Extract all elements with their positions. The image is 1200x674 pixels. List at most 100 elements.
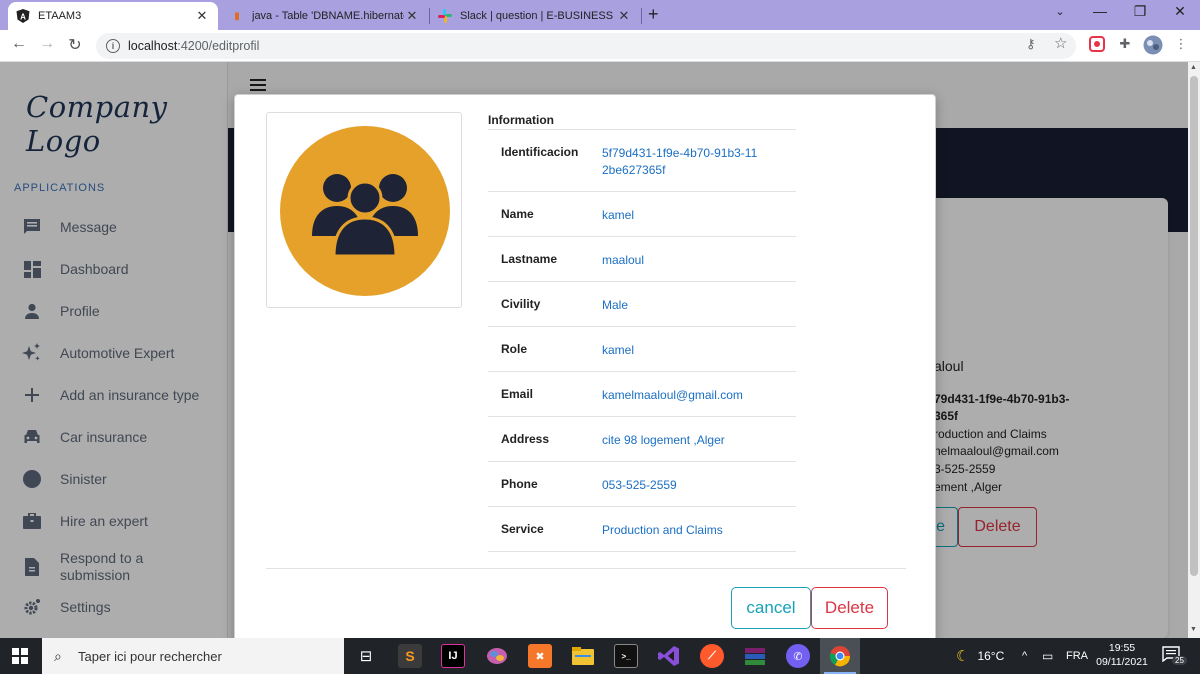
users-group-icon: [312, 174, 418, 256]
stackoverflow-icon: ▮: [234, 10, 240, 22]
tab-title: java - Table 'DBNAME.hibernate_: [252, 10, 404, 22]
moon-icon: ☾: [956, 648, 970, 665]
chrome-icon[interactable]: [828, 644, 852, 668]
slack-icon: [438, 9, 452, 23]
tab-etaam3[interactable]: A ETAAM3 ✕: [8, 2, 218, 30]
minimize-icon[interactable]: —: [1080, 3, 1120, 19]
terminal-icon[interactable]: >_: [614, 644, 638, 668]
info-value: kamel: [602, 208, 635, 222]
info-row-address: Address cite 98 logement ,Alger: [488, 417, 796, 462]
cancel-button[interactable]: cancel: [731, 587, 811, 629]
page-scrollbar[interactable]: ▲ ▼: [1188, 62, 1200, 638]
windows-taskbar: ⌕ Taper ici pour rechercher ⊟ S IJ ✖ >_ …: [0, 638, 1200, 674]
reload-icon[interactable]: ↻: [64, 35, 86, 55]
task-view-icon[interactable]: ⊟: [354, 644, 378, 668]
tab-close-icon[interactable]: ✕: [616, 8, 632, 24]
browser-tab-strip: A ETAAM3 ✕ ▮ java - Table 'DBNAME.hibern…: [0, 0, 1200, 30]
information-table: Identificacion 5f79d431-1f9e-4b70-91b3-1…: [488, 129, 796, 552]
info-row-identificacion: Identificacion 5f79d431-1f9e-4b70-91b3-1…: [488, 130, 796, 192]
tab-title: Slack | question | E-BUSINESS: [460, 10, 614, 22]
new-tab-icon[interactable]: +: [648, 4, 659, 25]
info-row-name: Name kamel: [488, 192, 796, 237]
info-row-email: Email kamelmaaloul@gmail.com: [488, 372, 796, 417]
scroll-up-arrow-icon[interactable]: ▲: [1190, 64, 1197, 71]
browser-toolbar: ← → ↻ i localhost:4200/editprofil: [0, 30, 1200, 62]
tab-slack[interactable]: Slack | question | E-BUSINESS ✕: [430, 2, 640, 30]
xampp-icon[interactable]: ✖: [528, 644, 552, 668]
delete-button[interactable]: Delete: [811, 587, 888, 629]
winrar-icon[interactable]: [743, 644, 767, 668]
tab-title: ETAAM3: [38, 10, 82, 22]
info-value: kamelmaaloul@gmail.com: [602, 388, 743, 402]
intellij-icon[interactable]: IJ: [441, 644, 465, 668]
menu-kebab-icon[interactable]: ⋮: [1172, 36, 1190, 54]
url-host: localhost: [128, 39, 178, 53]
scrollbar-thumb[interactable]: [1190, 76, 1198, 576]
profile-avatar-icon[interactable]: [1143, 35, 1163, 55]
info-row-lastname: Lastname maaloul: [488, 237, 796, 282]
info-key: Service: [501, 522, 544, 536]
network-icon[interactable]: ▭: [1042, 638, 1053, 674]
clock-date: 09/11/2021: [1096, 656, 1148, 668]
info-value: maaloul: [602, 253, 645, 267]
info-row-service: Service Production and Claims: [488, 507, 796, 552]
tab-close-icon[interactable]: ✕: [194, 8, 210, 24]
bookmark-star-icon[interactable]: ☆: [1054, 34, 1067, 52]
extension-red-icon[interactable]: [1088, 36, 1106, 54]
address-bar[interactable]: i localhost:4200/editprofil: [96, 33, 1076, 59]
angular-icon: A: [16, 9, 30, 23]
info-key: Email: [501, 387, 534, 401]
visual-studio-icon[interactable]: [657, 644, 681, 668]
viber-icon[interactable]: ✆: [786, 644, 810, 668]
postman-icon[interactable]: ⟋: [700, 644, 724, 668]
info-key: Phone: [501, 477, 538, 491]
back-arrow-icon[interactable]: ←: [8, 35, 30, 53]
window-close-icon[interactable]: ✕: [1160, 3, 1200, 20]
file-explorer-icon[interactable]: [571, 644, 595, 668]
taskbar-search-box[interactable]: ⌕ Taper ici pour rechercher: [42, 638, 344, 674]
sublime-text-icon[interactable]: S: [398, 644, 422, 668]
weather-widget[interactable]: ☾ 16°C: [956, 638, 1004, 674]
info-value: cite 98 logement ,Alger: [602, 433, 725, 447]
information-heading: Information: [488, 113, 554, 127]
info-key: Identificacion: [501, 145, 579, 159]
key-icon[interactable]: ⚷: [1026, 36, 1036, 52]
avatar-frame: [266, 112, 462, 308]
tab-search-chevron-icon[interactable]: ⌄: [1040, 5, 1080, 18]
info-value: 5f79d431-1f9e-4b70-91b3-112be627365f: [602, 146, 758, 177]
info-value: Production and Claims: [602, 523, 723, 537]
taskbar-clock[interactable]: 19:55 09/11/2021: [1094, 641, 1150, 669]
info-value: kamel: [602, 343, 635, 357]
taskbar-search-placeholder: Taper ici pour rechercher: [78, 648, 222, 664]
info-key: Role: [501, 342, 528, 356]
tray-chevron-up-icon[interactable]: ^: [1022, 638, 1027, 674]
info-value: 053-525-2559: [602, 478, 677, 492]
info-value: Male: [602, 298, 629, 312]
group-avatar: [280, 126, 450, 296]
profile-modal: Information Identificacion 5f79d431-1f9e…: [234, 94, 936, 654]
language-indicator[interactable]: FRA: [1066, 638, 1088, 674]
url-path: :4200/editprofil: [177, 39, 260, 53]
info-key: Civility: [501, 297, 541, 311]
info-key: Name: [501, 207, 534, 221]
scroll-down-arrow-icon[interactable]: ▼: [1190, 626, 1197, 633]
windows-start-icon[interactable]: [12, 648, 28, 664]
notification-center[interactable]: 25: [1162, 646, 1188, 666]
forward-arrow-icon[interactable]: →: [36, 35, 58, 53]
screen: { "browser": { "tabs": [ {"title": "ETAA…: [0, 0, 1200, 674]
site-info-icon[interactable]: i: [106, 39, 120, 53]
tab-stackoverflow[interactable]: ▮ java - Table 'DBNAME.hibernate_ ✕: [222, 2, 428, 30]
clock-time: 19:55: [1108, 642, 1136, 654]
puzzle-icon[interactable]: ✚: [1116, 36, 1134, 54]
info-key: Lastname: [501, 252, 558, 266]
tab-separator: [641, 8, 642, 24]
notification-count: 25: [1172, 656, 1187, 665]
modal-divider: [266, 568, 906, 569]
brain-app-icon[interactable]: [485, 644, 509, 668]
restore-icon[interactable]: ❐: [1120, 3, 1160, 20]
tab-close-icon[interactable]: ✕: [404, 8, 420, 24]
weather-temp: 16°C: [977, 649, 1005, 663]
info-row-role: Role kamel: [488, 327, 796, 372]
info-row-phone: Phone 053-525-2559: [488, 462, 796, 507]
search-icon: ⌕: [54, 648, 62, 664]
